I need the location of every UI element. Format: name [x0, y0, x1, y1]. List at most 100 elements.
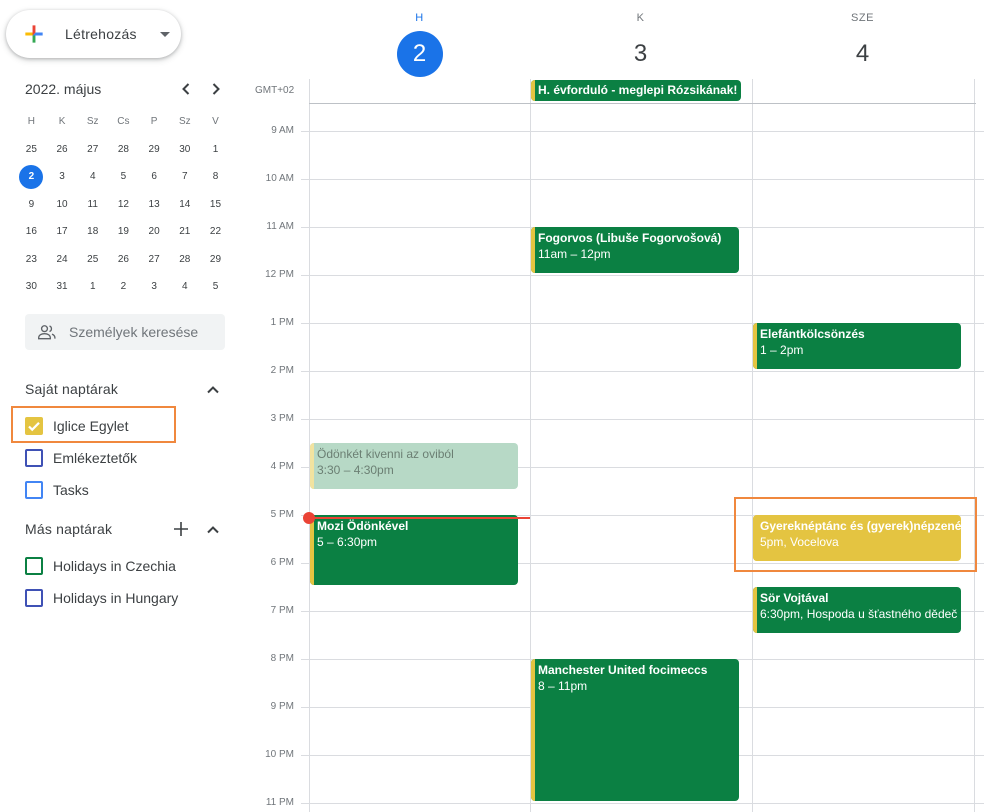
mini-day[interactable]: 2: [108, 273, 139, 301]
mini-day[interactable]: 25: [16, 136, 47, 164]
calendar-item-tasks[interactable]: Tasks: [25, 480, 89, 500]
my-calendars-title[interactable]: Saját naptárak: [25, 381, 118, 397]
mini-day[interactable]: 20: [139, 218, 170, 246]
mini-day[interactable]: 27: [139, 246, 170, 274]
week-grid[interactable]: H. évforduló - meglepi Rózsikának! Ödönk…: [301, 0, 1000, 812]
mini-day-number: 4: [182, 281, 188, 293]
mini-day[interactable]: 14: [169, 191, 200, 219]
mini-day[interactable]: 28: [169, 246, 200, 274]
calendar-item-emlekeztetok[interactable]: Emlékeztetők: [25, 448, 137, 468]
mini-day[interactable]: 15: [200, 191, 231, 219]
caret-down-icon[interactable]: [160, 32, 170, 37]
calendar-item-holidays-czechia[interactable]: Holidays in Czechia: [25, 556, 176, 576]
mini-day[interactable]: 6: [139, 163, 170, 191]
event-dentist[interactable]: Fogorvos (Libuše Fogorvošová) 11am – 12p…: [531, 227, 739, 273]
mini-day[interactable]: 5: [108, 163, 139, 191]
mini-day[interactable]: 30: [169, 136, 200, 164]
mini-day[interactable]: 16: [16, 218, 47, 246]
current-time-line: [309, 517, 530, 519]
hour-line: [309, 179, 984, 180]
event-allday-anniversary[interactable]: H. évforduló - meglepi Rózsikának!: [531, 80, 741, 101]
checkbox-icon[interactable]: [25, 481, 43, 499]
calendar-item-holidays-hungary[interactable]: Holidays in Hungary: [25, 588, 178, 608]
mini-day[interactable]: 11: [77, 191, 108, 219]
mini-day[interactable]: 25: [77, 246, 108, 274]
mini-day[interactable]: 8: [200, 163, 231, 191]
mini-day[interactable]: 22: [200, 218, 231, 246]
mini-day-number: 10: [56, 198, 68, 210]
hour-label: 7 PM: [270, 605, 294, 616]
chevron-right-icon[interactable]: [207, 80, 225, 98]
event-pickup-kindergarten[interactable]: Ödönkét kivenni az oviból 3:30 – 4:30pm: [310, 443, 518, 489]
chevron-left-icon[interactable]: [177, 80, 195, 98]
event-cinema[interactable]: Mozi Ödönkével 5 – 6:30pm: [310, 515, 518, 585]
mini-day-number: 26: [117, 253, 129, 265]
hour-label: 6 PM: [270, 557, 294, 568]
chevron-up-icon[interactable]: [206, 523, 220, 537]
mini-day-number: 14: [179, 198, 191, 210]
mini-day[interactable]: 30: [16, 273, 47, 301]
hour-tick: [301, 611, 309, 612]
mini-day[interactable]: 7: [169, 163, 200, 191]
mini-day-number: 29: [209, 253, 222, 265]
mini-day[interactable]: 13: [139, 191, 170, 219]
event-time: 8 – 11pm: [538, 679, 588, 693]
hour-label: 12 PM: [265, 269, 294, 280]
checkbox-icon[interactable]: [25, 589, 43, 607]
mini-day[interactable]: 2: [16, 163, 47, 191]
event-beer-vojta[interactable]: Sör Vojtával 6:30pm, Hospoda u šťastného…: [753, 587, 961, 633]
event-elephant-rental[interactable]: Elefántkölcsönzés 1 – 2pm: [753, 323, 961, 369]
mini-day[interactable]: 10: [47, 191, 78, 219]
mini-day[interactable]: 29: [139, 136, 170, 164]
other-calendars-title[interactable]: Más naptárak: [25, 521, 112, 537]
mini-day[interactable]: 31: [47, 273, 78, 301]
people-search-placeholder: Személyek keresése: [69, 324, 199, 340]
mini-day[interactable]: 18: [77, 218, 108, 246]
mini-day[interactable]: 3: [139, 273, 170, 301]
hour-label: 10 AM: [265, 173, 294, 184]
mini-day-number: 13: [148, 198, 160, 210]
event-football-match[interactable]: Manchester United focimeccs 8 – 11pm: [531, 659, 739, 801]
event-color-bar: [531, 80, 535, 101]
mini-day[interactable]: 4: [77, 163, 108, 191]
mini-day[interactable]: 5: [200, 273, 231, 301]
chevron-up-icon[interactable]: [206, 383, 220, 397]
checkbox-icon[interactable]: [25, 557, 43, 575]
mini-day[interactable]: 19: [108, 218, 139, 246]
mini-day[interactable]: 1: [77, 273, 108, 301]
mini-day[interactable]: 4: [169, 273, 200, 301]
mini-day-number: 31: [56, 281, 68, 293]
mini-day-number: 25: [25, 143, 37, 155]
mini-day[interactable]: 26: [108, 246, 139, 274]
mini-day-number: 6: [151, 171, 157, 183]
calendar-item-label: Holidays in Hungary: [53, 590, 179, 606]
hour-label: 1 PM: [270, 317, 294, 328]
mini-day[interactable]: 27: [77, 136, 108, 164]
event-color-bar: [753, 323, 757, 369]
create-button[interactable]: Létrehozás: [6, 10, 181, 58]
mini-day[interactable]: 29: [200, 246, 231, 274]
mini-day[interactable]: 12: [108, 191, 139, 219]
mini-day[interactable]: 17: [47, 218, 78, 246]
mini-day[interactable]: 1: [200, 136, 231, 164]
mini-day[interactable]: 3: [47, 163, 78, 191]
hour-label: 8 PM: [270, 653, 294, 664]
mini-day-number: 3: [59, 171, 65, 183]
mini-day-number: 16: [25, 226, 37, 238]
mini-day[interactable]: 9: [16, 191, 47, 219]
people-search-input[interactable]: Személyek keresése: [25, 314, 225, 350]
hour-tick: [301, 131, 309, 132]
mini-day[interactable]: 21: [169, 218, 200, 246]
highlight-box: [11, 406, 176, 443]
checkbox-icon[interactable]: [25, 449, 43, 467]
mini-calendar-grid: H K Sz Cs P Sz V 25 26 27 28 29 30 1 2 3 4 5 6 7 8 9 10 11 12 13 1…: [16, 108, 231, 301]
mini-day-number: 20: [148, 226, 160, 238]
hour-tick: [301, 563, 309, 564]
add-calendar-icon[interactable]: [173, 521, 189, 537]
highlight-box: [734, 497, 977, 572]
mini-day[interactable]: 28: [108, 136, 139, 164]
mini-day[interactable]: 23: [16, 246, 47, 274]
allday-divider: [309, 103, 976, 104]
mini-day[interactable]: 26: [47, 136, 78, 164]
mini-day[interactable]: 24: [47, 246, 78, 274]
